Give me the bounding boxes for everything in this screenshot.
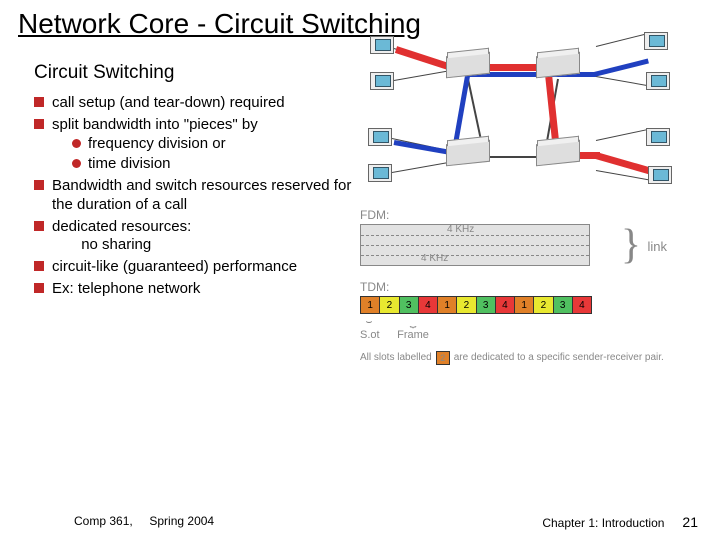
bullet-item: circuit-like (guaranteed) performance <box>34 258 354 277</box>
host-icon <box>370 36 394 54</box>
tdm-slot: 4 <box>573 297 591 313</box>
left-column: Circuit Switching call setup (and tear-d… <box>34 62 354 365</box>
page-number: 21 <box>682 514 698 530</box>
tdm-slot: 3 <box>554 297 573 313</box>
tdm-row: 1 2 3 4 1 2 3 4 1 2 3 4 <box>360 296 592 314</box>
host-icon <box>370 72 394 90</box>
term: Spring 2004 <box>149 514 214 528</box>
bullet-text: no sharing <box>81 236 151 253</box>
bullet-item: Ex: telephone network <box>34 280 354 299</box>
tdm-slot: 1 <box>515 297 534 313</box>
subtitle: Circuit Switching <box>34 62 354 84</box>
router-icon <box>446 140 490 167</box>
host-icon <box>368 164 392 182</box>
caption-chip: 2 <box>436 351 450 365</box>
tdm-slot: 4 <box>419 297 438 313</box>
tdm-slot: 1 <box>438 297 457 313</box>
sub-bullet-item: time division <box>72 155 354 174</box>
slot-label: S.ot <box>360 329 380 341</box>
tdm-slot: 2 <box>380 297 399 313</box>
bullet-text: split bandwidth into "pieces" by <box>52 116 258 133</box>
tdm-underlabels: ⌣S.ot ⏟Frame <box>360 316 680 341</box>
tdm-slot: 4 <box>496 297 515 313</box>
course-code: Comp 361, <box>74 514 133 528</box>
chapter-label: Chapter 1: Introduction <box>542 516 664 530</box>
host-icon <box>648 166 672 184</box>
router-icon <box>446 52 490 79</box>
link-label: link <box>647 239 667 254</box>
content-row: Circuit Switching call setup (and tear-d… <box>0 44 720 365</box>
router-icon <box>536 52 580 79</box>
sub-bullet-item: frequency division or <box>72 135 354 154</box>
bullet-item: split bandwidth into "pieces" by frequen… <box>34 116 354 174</box>
router-icon <box>536 140 580 167</box>
caption-post: are dedicated to a specific sender-recei… <box>454 352 664 364</box>
frame-label: Frame <box>397 329 429 341</box>
host-icon <box>368 128 392 146</box>
sub-bullet-list: frequency division or time division <box>52 135 354 175</box>
tdm-slot: 2 <box>534 297 553 313</box>
host-icon <box>646 128 670 146</box>
footer-right: Chapter 1: Introduction 21 <box>542 514 698 530</box>
bullet-item: call setup (and tear-down) required <box>34 94 354 113</box>
footer: Comp 361, Spring 2004 Chapter 1: Introdu… <box>0 514 720 530</box>
tdm-slot: 3 <box>477 297 496 313</box>
fdm-box: 4 KHz 4 KHz } link <box>360 224 590 266</box>
caption-pre: All slots labelled <box>360 352 432 364</box>
fdm-tdm-diagram: FDM: 4 KHz 4 KHz } link TDM: 1 2 3 4 1 2… <box>360 208 680 365</box>
bullet-text: dedicated resources: <box>52 218 191 235</box>
tdm-slot: 2 <box>457 297 476 313</box>
tdm-slot: 1 <box>361 297 380 313</box>
host-icon <box>646 72 670 90</box>
bullet-list: call setup (and tear-down) required spli… <box>34 94 354 299</box>
fdm-khz-top: 4 KHz <box>447 224 474 235</box>
fdm-khz-bot: 4 KHz <box>421 253 448 264</box>
network-diagram <box>368 32 668 192</box>
bullet-item: Bandwidth and switch resources reserved … <box>34 177 354 215</box>
fdm-label: FDM: <box>360 208 680 222</box>
host-icon <box>644 32 668 50</box>
tdm-label: TDM: <box>360 280 680 294</box>
tdm-slot: 3 <box>400 297 419 313</box>
brace-icon: } <box>621 221 641 269</box>
footer-left: Comp 361, Spring 2004 <box>74 514 214 530</box>
tdm-caption: All slots labelled 2 are dedicated to a … <box>360 351 680 365</box>
bullet-item: dedicated resources: no sharing <box>34 218 354 256</box>
right-column: FDM: 4 KHz 4 KHz } link TDM: 1 2 3 4 1 2… <box>360 62 702 365</box>
